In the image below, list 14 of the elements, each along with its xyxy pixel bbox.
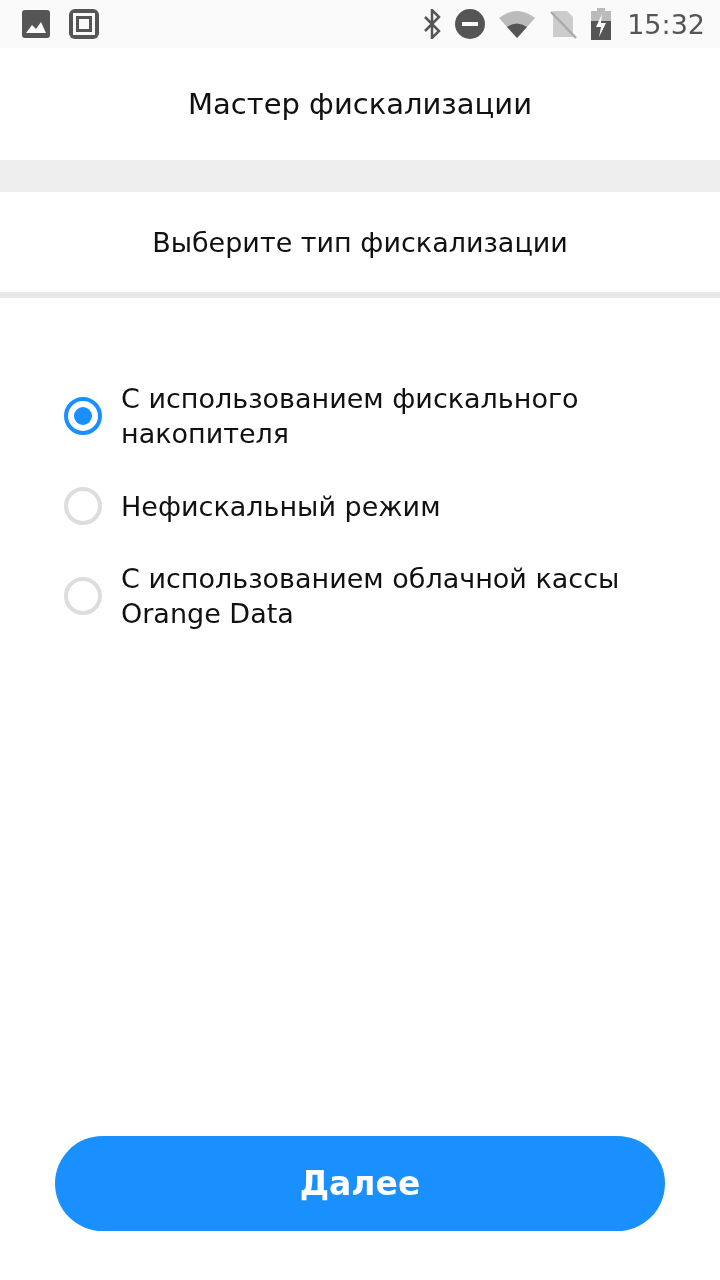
no-sim-icon bbox=[549, 9, 578, 39]
option-label[interactable]: С использованием облачной кассы Orange Data bbox=[121, 561, 666, 631]
option-label[interactable]: С использованием фискального накопителя bbox=[121, 381, 666, 451]
wifi-icon bbox=[499, 10, 536, 38]
subtitle: Выберите тип фискализации bbox=[152, 226, 568, 258]
battery-charging-icon bbox=[591, 8, 612, 40]
status-time: 15:32 bbox=[627, 8, 705, 40]
image-icon bbox=[22, 10, 50, 38]
do-not-disturb-icon bbox=[455, 9, 486, 39]
radio-button[interactable] bbox=[64, 397, 102, 435]
framed-square-icon bbox=[68, 8, 100, 40]
screen-title: Мастер фискализации bbox=[188, 87, 532, 121]
option-label[interactable]: Нефискальный режим bbox=[121, 488, 666, 524]
bluetooth-icon bbox=[423, 9, 442, 39]
